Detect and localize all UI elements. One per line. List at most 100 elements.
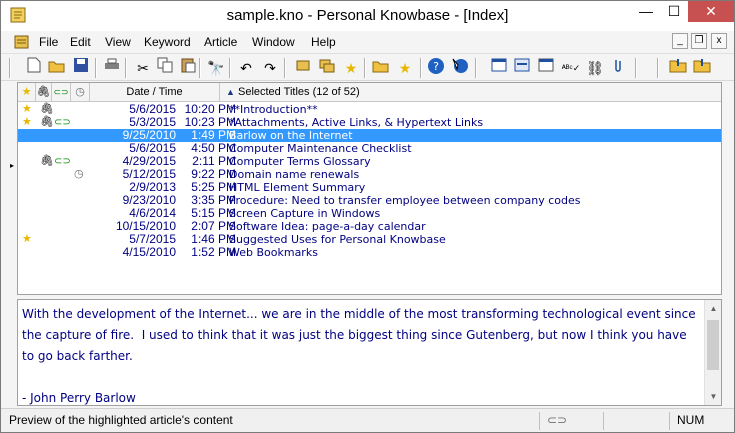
status-divider — [669, 412, 670, 430]
scroll-down-arrow-icon[interactable]: ▼ — [705, 388, 721, 405]
maximize-button[interactable]: ☐ — [660, 1, 688, 22]
mdi-restore-button[interactable]: ❐ — [691, 33, 707, 49]
list-header: ★ 🖇 ⊂⊃ ◷ Date / Time ▲ Selected Titles (… — [18, 83, 721, 102]
row-title: *Attachments, Active Links, & Hypertext … — [229, 116, 484, 129]
title-bar[interactable]: sample.kno - Personal Knowbase - [Index]… — [1, 1, 734, 31]
status-bar: Preview of the highlighted article's con… — [1, 408, 734, 432]
row-title: Software Idea: page-a-day calendar — [229, 220, 426, 233]
layout-icon[interactable] — [488, 57, 510, 79]
splitter-handle[interactable]: ▸ — [10, 161, 15, 181]
menu-keyword[interactable]: Keyword — [144, 35, 191, 49]
link-icon: ⊂⊃ — [54, 117, 71, 128]
attach-icon[interactable] — [607, 57, 629, 79]
copy-icon[interactable] — [154, 57, 176, 79]
row-title: Suggested Uses for Personal Knowbase — [229, 233, 446, 246]
menu-file[interactable]: File — [39, 35, 58, 49]
attachment-icon: 🖇 — [40, 103, 54, 115]
save-icon[interactable] — [70, 57, 92, 79]
svg-text:?: ? — [433, 60, 439, 73]
find-icon[interactable]: 🔭 — [205, 57, 227, 79]
window-title: sample.kno - Personal Knowbase - [Index] — [226, 7, 509, 24]
status-link-icon: ⊂⊃ — [547, 413, 568, 427]
column-date-time[interactable]: Date / Time — [90, 83, 220, 102]
toolbar-separator — [229, 58, 231, 78]
column-link-icon[interactable]: ⊂⊃ — [52, 83, 71, 102]
document-menu-icon[interactable] — [13, 33, 31, 51]
row-title: HTML Element Summary — [229, 181, 366, 194]
scroll-thumb[interactable] — [707, 320, 719, 370]
column-titles[interactable]: ▲ Selected Titles (12 of 52) — [220, 83, 721, 102]
row-time: 1:52 PM — [191, 245, 236, 259]
folder-icon[interactable] — [370, 57, 392, 79]
undo-icon[interactable]: ↶ — [235, 57, 257, 79]
open-icon[interactable] — [46, 57, 68, 79]
row-title: **Introduction** — [229, 103, 318, 116]
mdi-minimize-button[interactable]: _ — [672, 33, 688, 49]
table-row[interactable]: 9/25/2010 1:49 PM Barlow on the Internet — [18, 129, 721, 142]
reminder-clock-icon: ◷ — [74, 168, 84, 180]
link-icon: ⊂⊃ — [54, 156, 71, 167]
column-attachment-icon[interactable]: 🖇 — [36, 83, 52, 102]
toolbar-separator — [420, 58, 422, 78]
spellcheck-icon[interactable]: ᴬᴮᶜ✓ — [560, 57, 582, 79]
star-icon[interactable]: ★ — [340, 57, 362, 79]
paste-icon[interactable] — [177, 57, 199, 79]
keyword-icon[interactable] — [292, 57, 314, 79]
attachment-icon: 🖇 — [40, 155, 54, 167]
menu-edit[interactable]: Edit — [70, 35, 91, 49]
menu-window[interactable]: Window — [252, 35, 295, 49]
filter-icon[interactable] — [316, 57, 338, 79]
preview-scrollbar[interactable]: ▲ ▼ — [704, 300, 721, 405]
menu-article[interactable]: Article — [204, 35, 237, 49]
row-title: Computer Maintenance Checklist — [229, 142, 412, 155]
new-icon[interactable] — [23, 57, 45, 79]
list-rows: ★ 🖇 5/6/2015 10:20 PM **Introduction** ★ 🖇 ⊂⊃ 5/… — [18, 103, 721, 259]
mdi-close-button[interactable]: x — [711, 33, 727, 49]
menu-view[interactable]: View — [105, 35, 131, 49]
preview-text: With the development of the Internet... … — [22, 307, 696, 405]
toolbar-separator — [635, 58, 637, 78]
window-icon[interactable] — [511, 57, 533, 79]
preview-pane[interactable]: With the development of the Internet... … — [17, 299, 722, 406]
column-clock-icon[interactable]: ◷ — [71, 83, 90, 102]
import-icon[interactable] — [667, 57, 689, 79]
hyperlink-icon[interactable]: ⛓ — [584, 57, 606, 79]
status-text: Preview of the highlighted article's con… — [9, 413, 233, 427]
status-divider — [539, 412, 540, 430]
menu-help[interactable]: Help — [311, 35, 336, 49]
print-icon[interactable] — [101, 57, 123, 79]
sort-ascending-icon: ▲ — [226, 87, 235, 97]
calendar-icon[interactable] — [535, 57, 557, 79]
minimize-button[interactable]: — — [632, 1, 660, 22]
scroll-up-arrow-icon[interactable]: ▲ — [705, 300, 721, 317]
toolbar-separator — [475, 58, 477, 78]
close-button[interactable]: ✕ — [688, 1, 734, 22]
table-row[interactable]: 4/15/2010 1:52 PM Web Bookmarks — [18, 245, 721, 260]
row-title: Web Bookmarks — [229, 246, 318, 259]
redo-icon[interactable]: ↷ — [259, 57, 281, 79]
table-row[interactable]: ★ 🖇 5/6/2015 10:20 PM **Introduction** — [18, 103, 721, 117]
toolbar-separator — [199, 58, 201, 78]
row-title: Domain name renewals — [229, 168, 360, 181]
toolbar-separator — [9, 58, 11, 78]
menu-bar: File Edit View Keyword Article Window He… — [1, 31, 734, 53]
status-divider — [603, 412, 604, 430]
toolbar-separator — [657, 58, 659, 78]
article-list[interactable]: ★ 🖇 ⊂⊃ ◷ Date / Time ▲ Selected Titles (… — [17, 82, 722, 295]
column-star-icon[interactable]: ★ — [18, 83, 36, 102]
context-help-icon[interactable] — [449, 57, 471, 79]
help-icon[interactable]: ? — [425, 57, 447, 79]
table-row[interactable]: ◷ 5/12/2015 9:22 PM Domain name renewals — [18, 168, 721, 182]
table-row[interactable]: 9/23/2010 3:35 PM Procedure: Need to trans… — [18, 194, 721, 208]
status-num-lock: NUM — [677, 413, 705, 427]
app-window: sample.kno - Personal Knowbase - [Index]… — [0, 0, 735, 433]
star-icon: ★ — [22, 116, 32, 128]
attachment-icon: 🖇 — [40, 116, 54, 128]
table-row[interactable]: 10/15/2010 2:07 PM Software Idea: page-a-d… — [18, 220, 721, 234]
toolbar-separator — [95, 58, 97, 78]
toolbar-separator — [125, 58, 127, 78]
favorite-icon[interactable]: ★ — [394, 57, 416, 79]
cut-icon[interactable]: ✂ — [132, 57, 154, 79]
export-icon[interactable] — [691, 57, 713, 79]
row-title: Computer Terms Glossary — [229, 155, 371, 168]
